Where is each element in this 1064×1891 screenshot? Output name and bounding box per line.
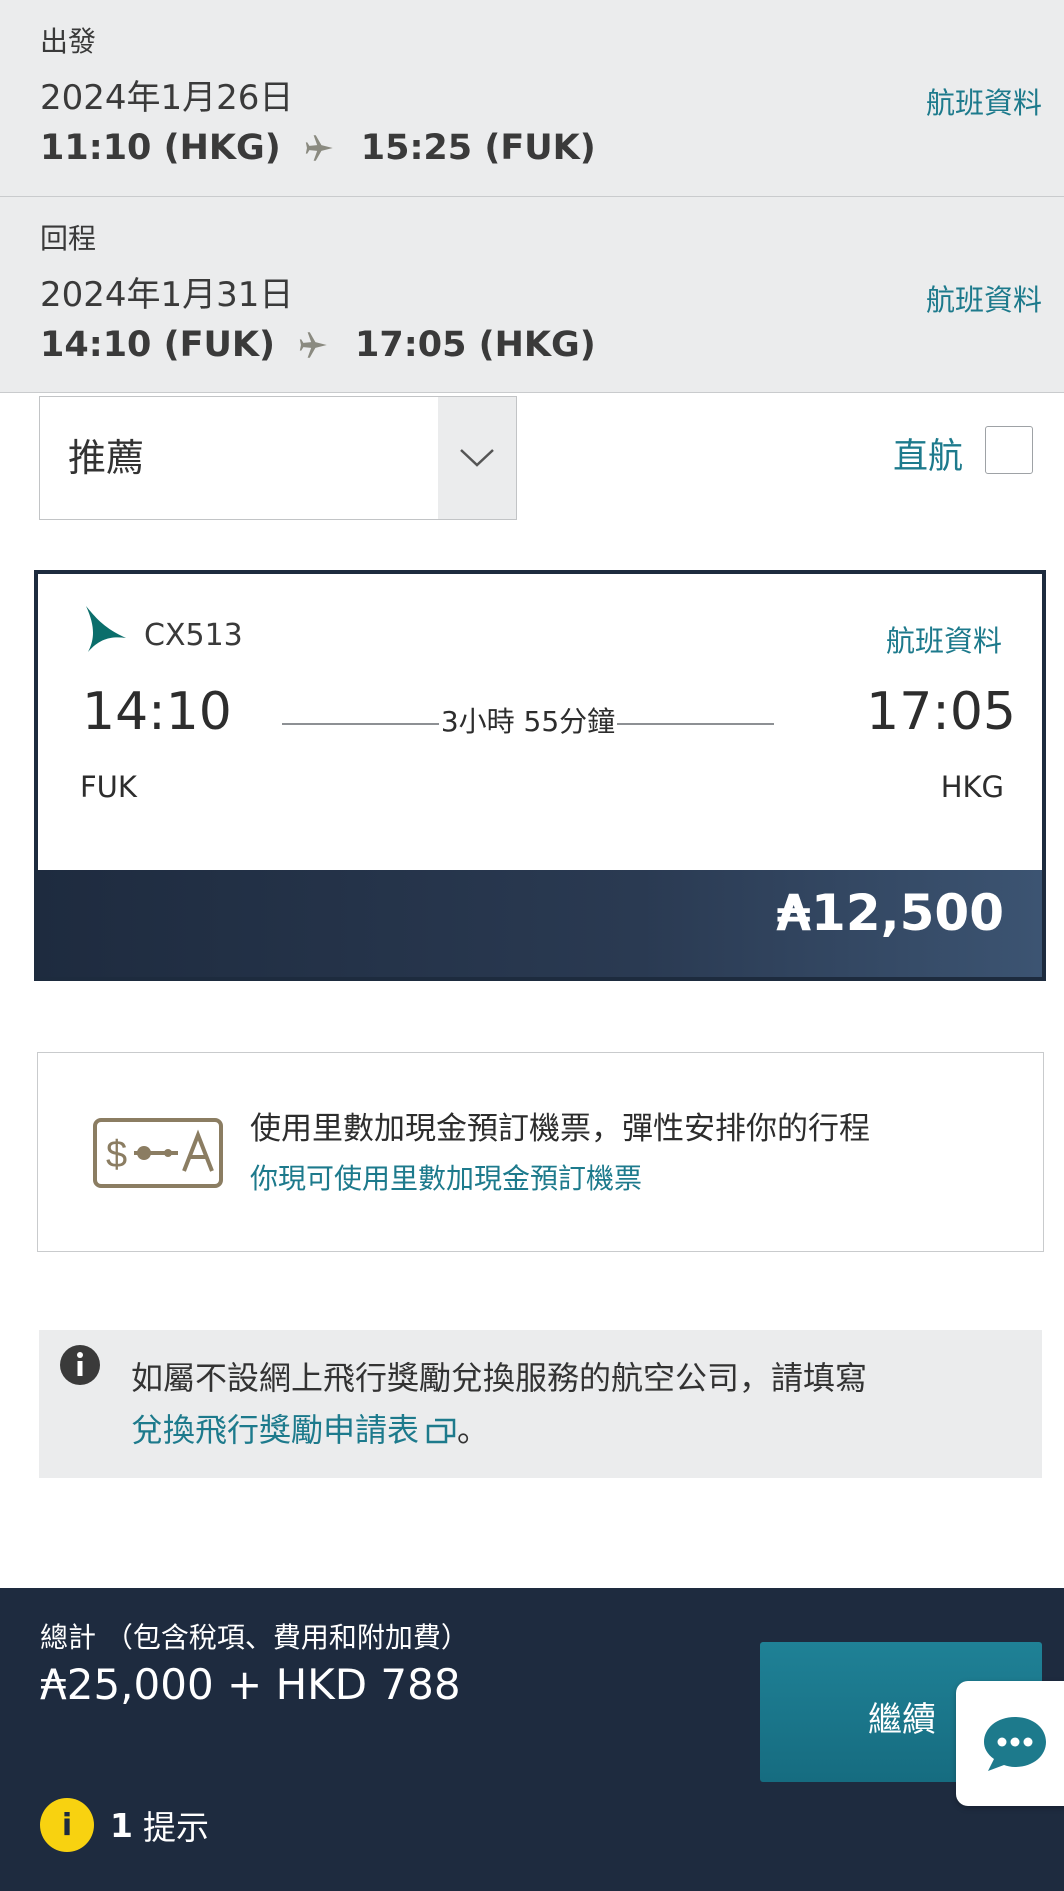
direct-flight-checkbox[interactable] bbox=[985, 426, 1033, 474]
return-flight-details-link[interactable]: 航班資料 bbox=[926, 277, 1042, 319]
info-icon bbox=[60, 1345, 100, 1385]
departure-time: 14:10 bbox=[82, 682, 232, 742]
return-depart: 14:10 (FUK) bbox=[40, 325, 276, 365]
chat-icon bbox=[984, 1716, 1046, 1771]
promo-title: 使用里數加現金預訂機票，彈性安排你的行程 bbox=[250, 1111, 870, 1147]
arrival-airport: HKG bbox=[940, 770, 1004, 804]
plane-icon bbox=[299, 332, 327, 358]
info-note: 如屬不設網上飛行獎勵兌換服務的航空公司，請填寫 兌換飛行獎勵申請表。 bbox=[39, 1330, 1042, 1478]
chat-button[interactable] bbox=[956, 1681, 1064, 1806]
return-label: 回程 bbox=[40, 222, 97, 255]
outbound-leg: 出發 2024年1月26日 11:10 (HKG) 15:25 (FUK) 航班… bbox=[0, 0, 1064, 197]
flight-details-link[interactable]: 航班資料 bbox=[886, 618, 1002, 660]
info-text: 如屬不設網上飛行獎勵兌換服務的航空公司，請填寫 兌換飛行獎勵申請表。 bbox=[131, 1352, 1011, 1456]
chevron-down-icon bbox=[460, 449, 494, 467]
miles-cash-icon: $ bbox=[93, 1118, 223, 1188]
sort-dropdown[interactable]: 推薦 bbox=[39, 396, 517, 520]
info-suffix: 。 bbox=[457, 1411, 490, 1449]
departure-airport: FUK bbox=[80, 770, 137, 804]
outbound-flight-details-link[interactable]: 航班資料 bbox=[926, 80, 1042, 122]
plane-icon bbox=[305, 135, 333, 161]
price-bar[interactable]: ₳12,500 bbox=[38, 870, 1042, 977]
svg-text:$: $ bbox=[106, 1134, 127, 1176]
miles-plus-cash-banner: $ 使用里數加現金預訂機票，彈性安排你的行程 你現可使用里數加現金預訂機票 bbox=[37, 1052, 1044, 1252]
total-label: 總計 （包含稅項、費用和附加費） bbox=[40, 1621, 469, 1654]
hint-count: 1 bbox=[110, 1805, 133, 1845]
hint-icon: i bbox=[40, 1798, 94, 1852]
flight-duration: 3小時 55分鐘 bbox=[438, 705, 618, 738]
miles-plus-cash-link[interactable]: 你現可使用里數加現金預訂機票 bbox=[250, 1157, 642, 1197]
outbound-label: 出發 bbox=[40, 25, 97, 58]
return-times: 14:10 (FUK) 17:05 (HKG) bbox=[40, 325, 596, 365]
hint-row[interactable]: i 1 提示 bbox=[40, 1798, 209, 1852]
flight-card[interactable]: CX513 航班資料 14:10 3小時 55分鐘 17:05 FUK HKG … bbox=[34, 570, 1046, 981]
hint-label: 提示 bbox=[142, 1808, 209, 1847]
direct-flight-label: 直航 bbox=[893, 437, 964, 477]
summary-bar: 總計 （包含稅項、費用和附加費） ₳25,000 + HKD 788 繼續 i … bbox=[0, 1588, 1064, 1891]
outbound-depart: 11:10 (HKG) bbox=[40, 128, 281, 168]
arrival-time: 17:05 bbox=[866, 682, 1016, 742]
sort-value: 推薦 bbox=[68, 436, 145, 480]
total-value: ₳25,000 + HKD 788 bbox=[40, 1660, 461, 1709]
flight-price: ₳12,500 bbox=[776, 884, 1004, 942]
outbound-arrive: 15:25 (FUK) bbox=[360, 128, 596, 168]
sort-dropdown-toggle[interactable] bbox=[438, 397, 516, 519]
return-date: 2024年1月31日 bbox=[40, 275, 294, 315]
cathay-logo-icon bbox=[86, 606, 126, 652]
outbound-times: 11:10 (HKG) 15:25 (FUK) bbox=[40, 128, 596, 168]
redemption-form-link[interactable]: 兌換飛行獎勵申請表 bbox=[131, 1411, 457, 1449]
continue-label: 繼續 bbox=[868, 1700, 936, 1740]
outbound-date: 2024年1月26日 bbox=[40, 78, 294, 118]
return-leg: 回程 2024年1月31日 14:10 (FUK) 17:05 (HKG) 航班… bbox=[0, 197, 1064, 393]
info-message: 如屬不設網上飛行獎勵兌換服務的航空公司，請填寫 bbox=[131, 1359, 868, 1397]
return-arrive: 17:05 (HKG) bbox=[355, 325, 596, 365]
external-link-icon bbox=[426, 1418, 456, 1444]
flight-number: CX513 bbox=[144, 618, 243, 653]
